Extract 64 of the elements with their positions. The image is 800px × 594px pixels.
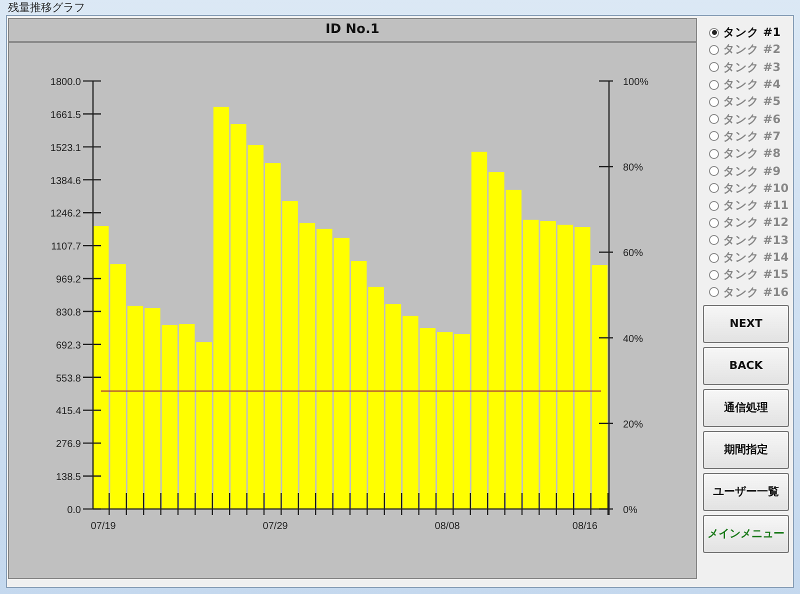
y-tick-label: 1661.5 xyxy=(50,110,81,121)
y2-tick-label: 0% xyxy=(623,505,638,516)
tank-radio[interactable]: タンク #14 xyxy=(709,248,789,266)
action-button[interactable]: 通信処理 xyxy=(703,388,789,427)
tank-radio[interactable]: タンク #3 xyxy=(709,58,789,76)
radio-icon xyxy=(709,183,719,194)
tank-radio[interactable]: タンク #1 xyxy=(709,24,789,42)
x-tick-label: 07/19 xyxy=(90,521,116,532)
y-tick-label: 1523.1 xyxy=(50,142,81,154)
tank-radio[interactable]: タンク #5 xyxy=(709,93,789,110)
y-tick-label: 415.4 xyxy=(56,406,81,418)
y2-tick-label: 60% xyxy=(623,248,644,260)
radio-icon xyxy=(709,148,719,159)
radio-icon xyxy=(709,252,719,262)
tank-radio[interactable]: タンク #2 xyxy=(709,41,789,59)
tank-radio[interactable]: タンク #13 xyxy=(709,232,789,249)
y2-tick-label: 80% xyxy=(623,162,644,174)
y-tick-label: 1107.7 xyxy=(51,242,81,253)
tank-radio[interactable]: タンク #4 xyxy=(709,76,789,94)
radio-icon xyxy=(709,166,719,176)
x-tick-label: 08/08 xyxy=(434,521,460,532)
tank-radio[interactable]: タンク #9 xyxy=(709,162,789,180)
radio-icon xyxy=(709,218,719,228)
radio-icon xyxy=(709,80,719,90)
x-tick-label: 08/16 xyxy=(572,521,598,532)
y-tick-label: 692.3 xyxy=(56,340,81,352)
y-tick-label: 969.2 xyxy=(56,274,81,286)
y2-tick-label: 20% xyxy=(623,419,644,430)
action-button[interactable]: NEXT xyxy=(703,304,789,343)
action-button[interactable]: BACK xyxy=(703,346,789,385)
y-tick-label: 138.5 xyxy=(56,472,81,484)
chart-header: ID No.1 xyxy=(9,19,696,43)
action-button[interactable]: ユーザー一覧 xyxy=(703,472,789,511)
radio-icon xyxy=(709,287,719,298)
tank-radio[interactable]: タンク #7 xyxy=(709,128,789,146)
y-tick-label: 276.9 xyxy=(56,439,81,450)
y2-tick-label: 40% xyxy=(623,334,644,345)
radio-icon xyxy=(709,44,719,55)
radio-icon xyxy=(709,270,719,280)
radio-icon xyxy=(709,62,719,72)
x-tick-label: 07/29 xyxy=(262,521,288,532)
tank-radio[interactable]: タンク #16 xyxy=(709,283,789,301)
action-button[interactable]: 期間指定 xyxy=(703,430,789,469)
radio-icon xyxy=(709,131,719,142)
tank-radio[interactable]: タンク #6 xyxy=(709,110,789,128)
y-tick-label: 553.8 xyxy=(56,373,81,384)
radio-icon xyxy=(709,96,719,107)
tank-radio[interactable]: タンク #8 xyxy=(709,145,789,162)
radio-icon xyxy=(709,235,719,246)
tank-radio[interactable]: タンク #15 xyxy=(709,266,789,284)
y-tick-label: 1246.2 xyxy=(50,208,81,220)
tank-radio[interactable]: タンク #10 xyxy=(709,180,789,197)
radio-icon xyxy=(709,114,719,124)
y-tick-label: 830.8 xyxy=(56,307,81,318)
y-tick-label: 1384.6 xyxy=(50,176,81,187)
window-title: 残量推移グラフ xyxy=(8,0,85,15)
y-tick-label: 1800.0 xyxy=(50,77,81,88)
y2-tick-label: 100% xyxy=(623,77,649,88)
y-tick-label: 0.0 xyxy=(67,505,81,516)
action-button[interactable]: メインメニュー xyxy=(703,514,789,553)
tank-radio[interactable]: タンク #12 xyxy=(709,214,789,232)
tank-radio[interactable]: タンク #11 xyxy=(709,196,789,214)
radio-icon xyxy=(709,200,719,211)
radio-icon xyxy=(709,28,719,38)
